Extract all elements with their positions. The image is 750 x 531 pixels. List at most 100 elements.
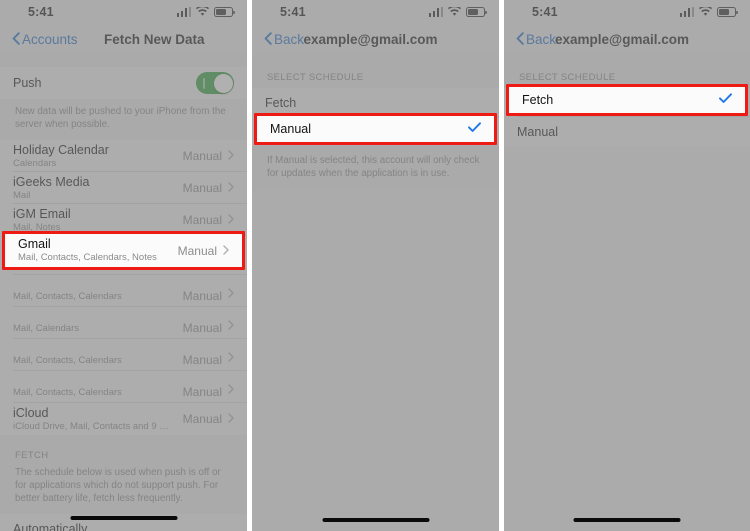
battery-icon <box>717 7 738 17</box>
back-button-label: Back <box>274 31 305 47</box>
account-title <box>13 308 175 322</box>
account-title <box>13 340 175 354</box>
battery-icon <box>466 7 487 17</box>
manual-footnote: If Manual is selected, this account will… <box>252 146 499 189</box>
account-subtitle: Mail, Contacts, Calendars, Notes <box>18 252 157 263</box>
account-subtitle: Mail, Contacts, Calendars <box>13 291 122 302</box>
push-label: Push <box>13 76 42 90</box>
account-subtitle: Mail, Contacts, Calendars <box>13 355 122 366</box>
account-title <box>13 276 175 290</box>
chevron-left-icon <box>264 31 272 48</box>
status-bar-indicators <box>176 6 235 17</box>
status-bar: 5:41 <box>0 0 247 24</box>
status-bar-indicators <box>679 6 738 17</box>
select-schedule-header: SELECT SCHEDULE <box>504 54 750 88</box>
schedule-option-label: Fetch <box>265 95 297 110</box>
status-bar-time: 5:41 <box>28 5 54 19</box>
account-subtitle: iCloud Drive, Mail, Contacts and 9 more.… <box>13 420 175 432</box>
back-button-label: Accounts <box>22 31 78 47</box>
push-toggle-switch[interactable] <box>196 72 234 94</box>
account-title: iCloud <box>13 405 49 420</box>
push-toggle-row[interactable]: Push <box>0 67 247 99</box>
highlight-gmail-main: Gmail Mail, Contacts, Calendars, Notes <box>18 237 170 264</box>
highlight-box-fetch-option[interactable]: Fetch <box>506 84 748 116</box>
account-row-main: Holiday Calendar Calendars <box>13 143 175 170</box>
account-row[interactable]: Mail, Contacts, Calendars Manual <box>0 371 247 403</box>
cellular-signal-icon <box>679 6 694 17</box>
account-row[interactable]: Mail, Contacts, Calendars Manual <box>0 275 247 307</box>
checkmark-icon <box>468 120 481 138</box>
schedule-option-label: Manual <box>270 122 311 136</box>
wifi-icon <box>448 7 461 17</box>
navigation-bar: Back example@gmail.com <box>252 24 499 54</box>
account-value: Manual <box>182 181 222 195</box>
account-row[interactable]: Mail, Calendars Manual <box>0 307 247 339</box>
chevron-right-icon <box>228 349 234 367</box>
account-value: Manual <box>182 213 222 227</box>
section-spacer <box>0 54 247 67</box>
status-bar-indicators <box>428 6 487 17</box>
chevron-right-icon <box>228 381 234 399</box>
account-value: Manual <box>182 353 222 367</box>
page-title: Fetch New Data <box>104 31 205 47</box>
back-button-label: Back <box>526 31 557 47</box>
account-row[interactable]: Holiday Calendar Calendars Manual <box>0 140 247 172</box>
settings-list: Push New data will be pushed to your iPh… <box>0 54 247 531</box>
home-indicator[interactable] <box>322 518 429 522</box>
fetch-section-description: The schedule below is used when push is … <box>0 466 247 514</box>
account-row[interactable]: Mail, Contacts, Calendars Manual <box>0 339 247 371</box>
account-subtitle: Calendars <box>13 157 57 169</box>
schedule-option-manual[interactable]: Manual <box>504 117 750 146</box>
checkmark-icon <box>719 91 732 109</box>
account-row[interactable]: iGeeks Media Mail Manual <box>0 172 247 204</box>
schedule-option-label: Manual <box>517 124 558 139</box>
status-bar: 5:41 <box>252 0 499 24</box>
status-bar-time: 5:41 <box>532 5 558 19</box>
screenshot-stage: 5:41 Accounts Fetch New Data Push New da… <box>0 0 750 531</box>
back-button-accounts[interactable]: Accounts <box>12 31 78 48</box>
account-value: Manual <box>182 149 222 163</box>
highlight-manual-main: Manual <box>270 122 460 136</box>
select-schedule-header: SELECT SCHEDULE <box>252 54 499 88</box>
account-row-icloud[interactable]: iCloud iCloud Drive, Mail, Contacts and … <box>0 403 247 435</box>
back-button[interactable]: Back <box>264 31 304 48</box>
account-row-main: iCloud iCloud Drive, Mail, Contacts and … <box>13 406 175 433</box>
cellular-signal-icon <box>176 6 191 17</box>
account-value: Manual <box>182 321 222 335</box>
highlight-box-manual-option[interactable]: Manual <box>254 113 497 145</box>
push-footnote: New data will be pushed to your iPhone f… <box>0 99 247 140</box>
account-value: Manual <box>177 243 217 258</box>
schedule-option-main: Fetch <box>265 96 486 110</box>
account-value: Manual <box>182 385 222 399</box>
account-row-main: iGM Email Mail, Notes <box>13 207 175 234</box>
account-row-main: Mail, Calendars <box>13 308 175 335</box>
home-indicator[interactable] <box>573 518 681 522</box>
account-subtitle: Mail, Contacts, Calendars <box>13 387 122 398</box>
wifi-icon <box>196 7 209 17</box>
account-row-main: Mail, Contacts, Calendars <box>13 276 175 303</box>
highlight-box-gmail-row[interactable]: Gmail Mail, Contacts, Calendars, Notes M… <box>2 231 245 270</box>
chevron-right-icon <box>228 410 234 428</box>
chevron-right-icon <box>228 179 234 197</box>
account-row-main: iGeeks Media Mail <box>13 175 175 202</box>
fetch-section-header: FETCH <box>0 435 247 466</box>
account-subtitle: Mail <box>13 189 31 201</box>
chevron-right-icon <box>223 242 229 260</box>
phone-screen-select-schedule-manual: 5:41 Back example@gmail.com SELECT SCHED… <box>252 0 499 531</box>
schedule-option-main: Manual <box>517 125 737 139</box>
push-row-main: Push <box>13 76 196 90</box>
home-indicator[interactable] <box>70 516 177 520</box>
battery-icon <box>214 7 235 17</box>
account-title: iGeeks Media <box>13 174 90 189</box>
account-value: Manual <box>182 289 222 303</box>
schedule-option-label: Fetch <box>522 93 554 107</box>
back-button[interactable]: Back <box>516 31 556 48</box>
chevron-right-icon <box>228 147 234 165</box>
select-schedule-list: SELECT SCHEDULE Fetch Manual <box>504 54 750 531</box>
chevron-left-icon <box>12 31 20 48</box>
chevron-right-icon <box>228 285 234 303</box>
wifi-icon <box>699 7 712 17</box>
account-title: Holiday Calendar <box>13 142 109 157</box>
account-subtitle: Mail, Calendars <box>13 323 79 334</box>
cellular-signal-icon <box>428 6 443 17</box>
